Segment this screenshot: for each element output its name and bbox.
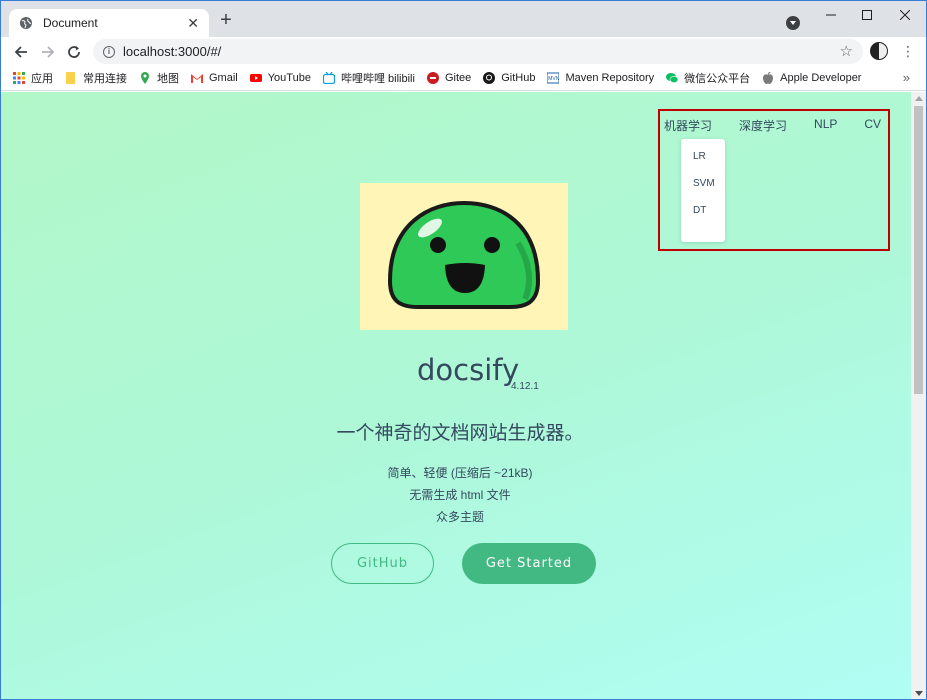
browser-toolbar: i localhost:3000/#/ ☆ bbox=[1, 37, 926, 66]
menu-kebab-icon[interactable]: ⋮ bbox=[901, 43, 915, 59]
maven-icon: MVN bbox=[547, 72, 560, 84]
maximize-icon bbox=[862, 10, 872, 20]
address-bar[interactable]: i localhost:3000/#/ ☆ bbox=[93, 39, 863, 64]
scrollbar-thumb[interactable] bbox=[914, 106, 923, 394]
bookmark-folder[interactable]: 常用连接 bbox=[65, 70, 127, 86]
profile-avatar[interactable] bbox=[870, 42, 888, 60]
back-arrow-icon bbox=[14, 46, 27, 58]
apple-icon bbox=[763, 72, 774, 84]
bookmark-maven[interactable]: MVN Maven Repository bbox=[547, 72, 654, 84]
app-title: docsify bbox=[417, 353, 520, 387]
bookmark-label: Gmail bbox=[209, 72, 238, 84]
bookmarks-more-icon[interactable]: » bbox=[903, 70, 910, 85]
github-icon bbox=[483, 72, 496, 84]
reload-icon bbox=[68, 46, 80, 58]
get-started-button[interactable]: Get Started bbox=[462, 543, 596, 584]
bookmark-label: 哔哩哔哩 bilibili bbox=[340, 73, 415, 85]
youtube-icon bbox=[249, 74, 262, 82]
page-scrollbar[interactable] bbox=[911, 92, 926, 699]
url-text[interactable]: localhost:3000/#/ bbox=[123, 44, 221, 59]
app-nav: 机器学习 深度学习 NLP CV bbox=[664, 117, 881, 134]
bookmark-youtube[interactable]: YouTube bbox=[249, 72, 311, 84]
bookmark-apple[interactable]: Apple Developer bbox=[762, 72, 861, 84]
tab-document[interactable]: Document ✕ bbox=[9, 9, 209, 37]
browser-window: Document ✕ + i localhost:3000/#/ ☆ ⋮ 应用 … bbox=[0, 0, 927, 700]
bookmark-bilibili[interactable]: 哔哩哔哩 bilibili bbox=[322, 70, 415, 86]
gmail-icon bbox=[191, 74, 203, 83]
site-info-icon[interactable]: i bbox=[103, 45, 115, 58]
scroll-down-icon[interactable] bbox=[915, 691, 923, 696]
bookmark-wechat[interactable]: 微信公众平台 bbox=[666, 70, 750, 86]
forward-button[interactable] bbox=[37, 41, 59, 63]
docsify-cover-page: 机器学习 深度学习 NLP CV LR SVM DT docsify 4.12.… bbox=[1, 92, 911, 699]
logo bbox=[360, 183, 568, 330]
nav-item-nlp[interactable]: NLP bbox=[814, 117, 837, 134]
nav-item-machine-learning[interactable]: 机器学习 bbox=[664, 117, 712, 134]
bookmark-label: GitHub bbox=[501, 72, 536, 84]
bookmark-github[interactable]: GitHub bbox=[483, 72, 535, 84]
feature-item: 众多主题 bbox=[435, 510, 484, 524]
bookmark-label: 应用 bbox=[31, 73, 53, 85]
apps-grid-icon bbox=[13, 72, 25, 84]
close-icon bbox=[900, 10, 910, 20]
dropdown-item-svm[interactable]: SVM bbox=[681, 178, 725, 205]
bookmark-label: Apple Developer bbox=[780, 72, 862, 84]
nav-item-deep-learning[interactable]: 深度学习 bbox=[739, 117, 787, 134]
bookmark-label: Gitee bbox=[444, 72, 472, 84]
maps-icon bbox=[141, 72, 149, 84]
dropdown-item-dt[interactable]: DT bbox=[681, 205, 725, 232]
bookmark-label: Maven Repository bbox=[565, 72, 655, 84]
bookmark-label: 微信公众平台 bbox=[684, 73, 751, 85]
reload-button[interactable] bbox=[63, 41, 85, 63]
bookmark-apps[interactable]: 应用 bbox=[13, 70, 53, 86]
tagline: 一个神奇的文档网站生成器。 bbox=[336, 423, 584, 444]
nav-dropdown-menu: LR SVM DT bbox=[681, 139, 725, 242]
bookmark-maps[interactable]: 地图 bbox=[139, 70, 179, 86]
dropdown-item-lr[interactable]: LR bbox=[681, 151, 725, 178]
bookmark-label: 地图 bbox=[157, 73, 179, 85]
wechat-icon bbox=[666, 73, 679, 83]
scroll-up-icon[interactable] bbox=[915, 96, 923, 101]
tab-title: Document bbox=[43, 16, 98, 30]
close-window-button[interactable] bbox=[887, 1, 923, 29]
new-tab-button[interactable]: + bbox=[216, 10, 236, 31]
bookmark-star-icon[interactable]: ☆ bbox=[840, 42, 853, 60]
folder-icon bbox=[66, 72, 75, 84]
bookmark-gitee[interactable]: Gitee bbox=[426, 72, 472, 84]
maximize-button[interactable] bbox=[849, 1, 885, 29]
bookmark-label: 常用连接 bbox=[83, 73, 127, 85]
slime-logo-icon bbox=[387, 200, 541, 309]
feature-item: 无需生成 html 文件 bbox=[409, 488, 511, 502]
feature-item: 简单、轻便 (压缩后 ~21kB) bbox=[387, 466, 533, 480]
minimize-button[interactable] bbox=[813, 1, 849, 29]
tab-search-icon[interactable] bbox=[786, 16, 800, 30]
gitee-icon bbox=[426, 72, 439, 84]
github-button[interactable]: GitHub bbox=[331, 543, 434, 584]
nav-item-cv[interactable]: CV bbox=[864, 117, 881, 134]
version-label: 4.12.1 bbox=[511, 381, 539, 392]
app-name: docsify bbox=[417, 353, 519, 387]
svg-text:MVN: MVN bbox=[549, 76, 560, 82]
forward-arrow-icon bbox=[42, 46, 55, 58]
globe-icon bbox=[20, 17, 32, 29]
back-button[interactable] bbox=[10, 41, 32, 63]
minimize-icon bbox=[826, 14, 836, 16]
tab-strip: Document ✕ + bbox=[1, 1, 926, 37]
bookmarks-bar: 应用 常用连接 地图 Gmail YouTube 哔哩哔哩 bilibili G… bbox=[1, 66, 926, 91]
bilibili-icon bbox=[322, 72, 335, 84]
bookmark-label: YouTube bbox=[267, 72, 311, 84]
bookmark-gmail[interactable]: Gmail bbox=[191, 72, 238, 84]
tab-close-icon[interactable]: ✕ bbox=[187, 15, 199, 32]
